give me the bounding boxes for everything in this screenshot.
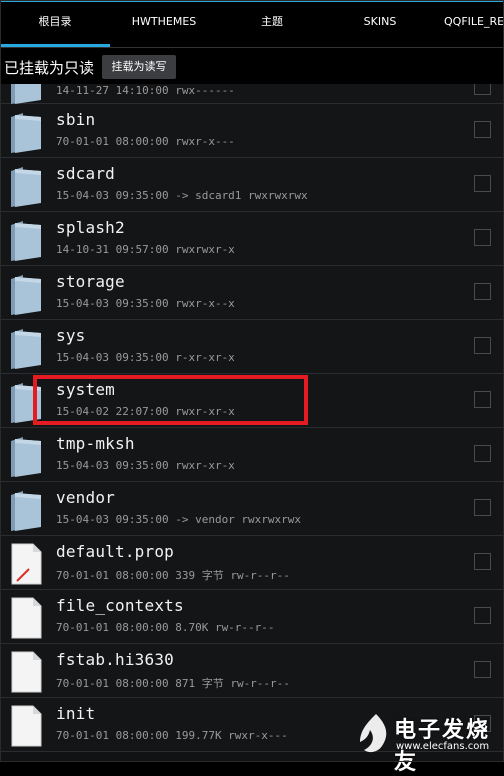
- tab-themes[interactable]: 主题: [218, 2, 326, 46]
- file-name: init: [56, 704, 96, 723]
- file-meta: 15-04-03 09:35:00 r-xr-xr-x: [56, 351, 235, 364]
- folder-icon: [9, 489, 43, 531]
- select-checkbox[interactable]: [474, 445, 491, 462]
- file-name: sdcard: [56, 164, 115, 183]
- file-row[interactable]: default.prop 70-01-01 08:00:00 339 字节 rw-…: [0, 536, 504, 590]
- tab-root[interactable]: 根目录: [0, 2, 110, 46]
- file-meta: 15-04-03 09:35:00 -> sdcard1 rwxrwxrwx: [56, 189, 308, 202]
- folder-icon: [9, 219, 43, 261]
- file-meta: 70-01-01 08:00:00 871 字节 rw-r--r--: [56, 677, 290, 690]
- select-checkbox[interactable]: [474, 499, 491, 516]
- watermark-logo: 电子发烧友 www.elecfans.com: [356, 708, 502, 775]
- select-checkbox[interactable]: [474, 84, 491, 95]
- file-meta: 14-10-31 09:57:00 rwxrwxr-x: [56, 243, 235, 256]
- folder-icon: [9, 273, 43, 315]
- folder-icon: [9, 165, 43, 207]
- select-checkbox[interactable]: [474, 121, 491, 138]
- file-meta: 15-04-03 09:35:00 rwxr-xr-x: [56, 459, 235, 472]
- file-meta: 70-01-01 08:00:00 8.70K rw-r--r--: [56, 621, 275, 634]
- file-icon: [9, 597, 43, 639]
- folder-icon: [9, 84, 43, 104]
- file-meta: 70-01-01 08:00:00 339 字节 rw-r--r--: [56, 569, 290, 582]
- select-checkbox[interactable]: [474, 391, 491, 408]
- select-checkbox[interactable]: [474, 553, 491, 570]
- folder-icon: [9, 435, 43, 477]
- highlight-box: [33, 375, 308, 425]
- file-name: file_contexts: [56, 596, 184, 615]
- file-row[interactable]: sbin 70-01-01 08:00:00 rwxr-x---: [0, 104, 504, 158]
- select-checkbox[interactable]: [474, 607, 491, 624]
- tab-skins[interactable]: SKINS: [326, 2, 434, 46]
- file-meta: 15-04-03 09:35:00 rwxr-x--x: [56, 297, 235, 310]
- folder-icon: [9, 111, 43, 153]
- file-name: fstab.hi3630: [56, 650, 174, 669]
- file-meta: 70-01-01 08:00:00 199.77K rwxr-x---: [56, 729, 288, 742]
- file-name: default.prop: [56, 542, 174, 561]
- file-meta: 15-04-03 09:35:00 -> vendor rwxrwxrwx: [56, 513, 302, 526]
- folder-icon: [9, 327, 43, 369]
- file-name: sys: [56, 326, 86, 345]
- mount-read-write-button[interactable]: 挂载为读写: [102, 55, 176, 79]
- file-icon: [9, 651, 43, 693]
- file-name: splash2: [56, 218, 125, 237]
- file-row[interactable]: tmp-mksh 15-04-03 09:35:00 rwxr-xr-x: [0, 428, 504, 482]
- tab-hwthemes[interactable]: HWTHEMES: [110, 2, 218, 46]
- mount-status-label: 已挂载为只读: [4, 59, 95, 77]
- file-row[interactable]: file_contexts 70-01-01 08:00:00 8.70K rw-…: [0, 590, 504, 644]
- file-meta: 70-01-01 08:00:00 rwxr-x---: [56, 135, 235, 148]
- file-row[interactable]: fstab.hi3630 70-01-01 08:00:00 871 字节 rw-…: [0, 644, 504, 698]
- tab-qqfile[interactable]: QQFILE_RE: [444, 2, 504, 46]
- select-checkbox[interactable]: [474, 661, 491, 678]
- file-row[interactable]: sdcard 15-04-03 09:35:00 -> sdcard1 rwxrw…: [0, 158, 504, 212]
- file-icon: [9, 543, 43, 585]
- select-checkbox[interactable]: [474, 337, 491, 354]
- mount-bar: 已挂载为只读: [0, 50, 504, 84]
- tab-bar: 根目录 HWTHEMES 主题 SKINS QQFILE_RE: [0, 0, 504, 48]
- file-row[interactable]: 14-11-27 14:10:00 rwx------: [0, 84, 504, 104]
- file-name: storage: [56, 272, 125, 291]
- watermark-icon: [360, 714, 387, 753]
- file-name: vendor: [56, 488, 115, 507]
- file-row[interactable]: sys 15-04-03 09:35:00 r-xr-xr-x: [0, 320, 504, 374]
- file-row[interactable]: splash2 14-10-31 09:57:00 rwxrwxr-x: [0, 212, 504, 266]
- file-row[interactable]: storage 15-04-03 09:35:00 rwxr-x--x: [0, 266, 504, 320]
- tabbar-divider: [0, 47, 504, 48]
- file-row[interactable]: vendor 15-04-03 09:35:00 -> vendor rwxrwx…: [0, 482, 504, 536]
- select-checkbox[interactable]: [474, 175, 491, 192]
- file-name: sbin: [56, 110, 96, 129]
- file-meta: 14-11-27 14:10:00 rwx------: [56, 84, 235, 97]
- select-checkbox[interactable]: [474, 229, 491, 246]
- watermark-url: www.elecfans.com: [396, 741, 490, 752]
- file-name: tmp-mksh: [56, 434, 135, 453]
- file-icon: [9, 705, 43, 747]
- select-checkbox[interactable]: [474, 283, 491, 300]
